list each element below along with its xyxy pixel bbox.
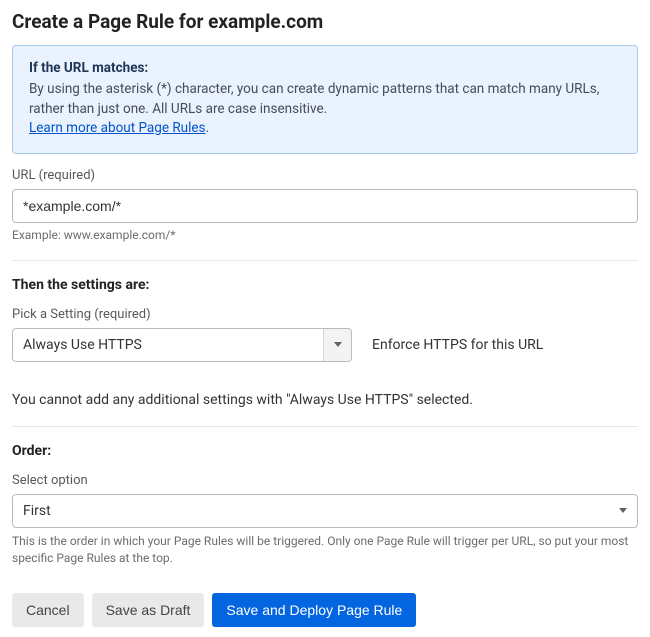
url-example: Example: www.example.com/* — [12, 228, 638, 242]
url-input[interactable] — [12, 189, 638, 223]
setting-select-button[interactable] — [323, 329, 351, 361]
info-body: By using the asterisk (*) character, you… — [29, 80, 621, 139]
settings-heading: Then the settings are: — [12, 277, 638, 293]
order-select-value: First — [23, 503, 619, 519]
order-label: Select option — [12, 473, 638, 488]
settings-note: You cannot add any additional settings w… — [12, 392, 638, 408]
divider — [12, 260, 638, 261]
order-select[interactable]: First — [12, 494, 638, 528]
info-heading: If the URL matches: — [29, 60, 621, 76]
learn-more-link[interactable]: Learn more about Page Rules — [29, 119, 206, 139]
chevron-down-icon — [619, 508, 627, 513]
info-banner: If the URL matches: By using the asteris… — [12, 45, 638, 154]
setting-select-value: Always Use HTTPS — [13, 329, 323, 361]
save-draft-button[interactable]: Save as Draft — [92, 593, 205, 627]
pick-setting-label: Pick a Setting (required) — [12, 307, 638, 322]
setting-select[interactable]: Always Use HTTPS — [12, 328, 352, 362]
info-body-line2: rather than just one. All URLs are case … — [29, 101, 327, 117]
setting-description: Enforce HTTPS for this URL — [372, 337, 543, 353]
save-deploy-button[interactable]: Save and Deploy Page Rule — [212, 593, 416, 627]
info-body-line1: By using the asterisk (*) character, you… — [29, 81, 599, 97]
divider — [12, 426, 638, 427]
order-heading: Order: — [12, 443, 638, 459]
order-help: This is the order in which your Page Rul… — [12, 533, 638, 568]
cancel-button[interactable]: Cancel — [12, 593, 84, 627]
page-title: Create a Page Rule for example.com — [12, 10, 638, 33]
url-label: URL (required) — [12, 168, 638, 183]
chevron-down-icon — [334, 342, 342, 347]
button-row: Cancel Save as Draft Save and Deploy Pag… — [12, 593, 638, 627]
learn-more-period: . — [206, 120, 210, 136]
